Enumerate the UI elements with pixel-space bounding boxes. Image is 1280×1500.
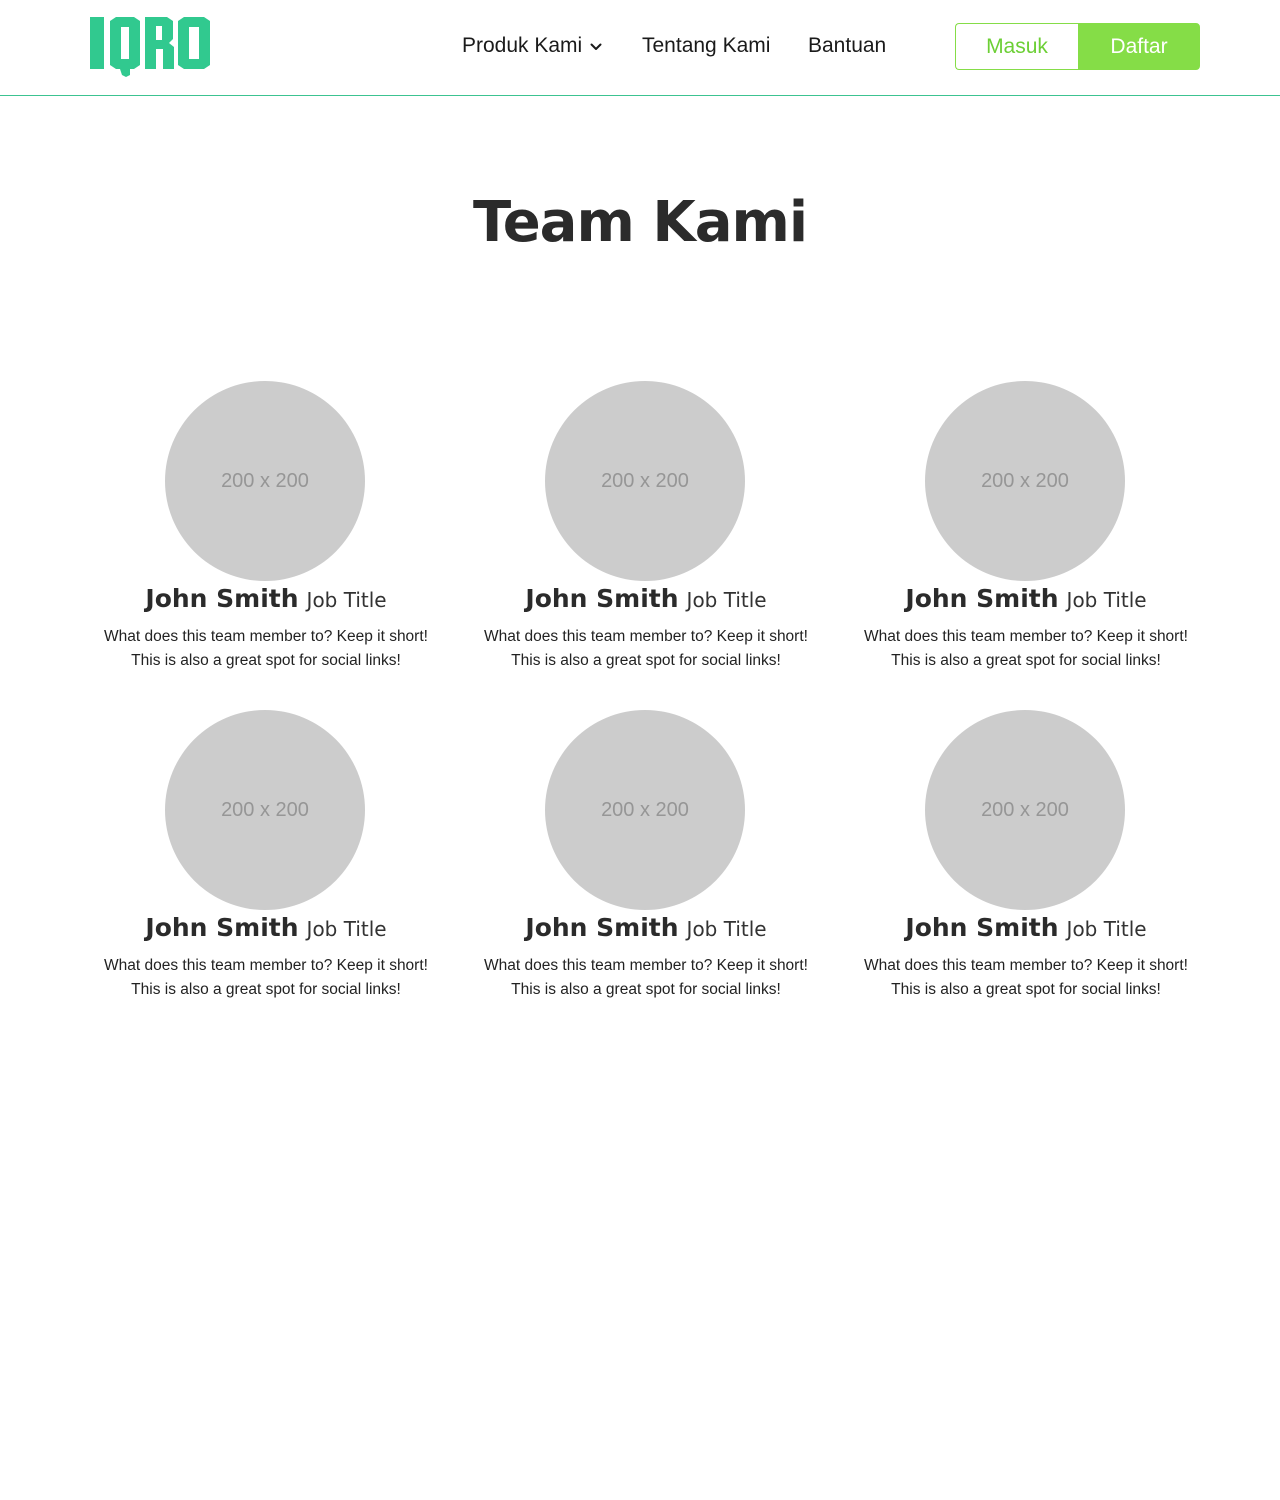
nav-bantuan[interactable]: Bantuan <box>808 0 886 92</box>
member-job-title: Job Title <box>306 588 387 612</box>
member-heading: John Smith Job Title <box>905 913 1146 949</box>
avatar-placeholder: 200 x 200 <box>925 710 1125 910</box>
member-description-line: This is also a great spot for social lin… <box>131 981 401 998</box>
page-title: Team Kami <box>472 190 808 255</box>
member-name: John Smith <box>145 584 299 613</box>
member-description: What does this team member to? Keep it s… <box>836 625 1216 673</box>
member-job-title: Job Title <box>686 917 767 941</box>
nav-produk-label: Produk Kami <box>462 34 583 57</box>
member-description-line: This is also a great spot for social lin… <box>891 652 1161 669</box>
avatar-placeholder: 200 x 200 <box>545 381 745 581</box>
member-name: John Smith <box>145 913 299 942</box>
nav-bantuan-label[interactable]: Bantuan <box>808 34 886 58</box>
member-heading: John Smith Job Title <box>905 584 1146 620</box>
member-description: What does this team member to? Keep it s… <box>456 625 836 673</box>
member-job-title: Job Title <box>686 588 767 612</box>
avatar-placeholder: 200 x 200 <box>165 381 365 581</box>
member-heading: John Smith Job Title <box>145 913 386 949</box>
logo-letter-r <box>145 17 174 69</box>
member-description: What does this team member to? Keep it s… <box>456 954 836 1002</box>
member-description-line: This is also a great spot for social lin… <box>511 981 781 998</box>
member-description-line: What does this team member to? Keep it s… <box>864 957 1188 974</box>
nav-tentang-label[interactable]: Tentang Kami <box>642 34 770 58</box>
nav-produk-dropdown[interactable]: Produk Kami <box>462 34 602 58</box>
avatar-placeholder: 200 x 200 <box>545 710 745 910</box>
member-name: John Smith <box>905 913 1059 942</box>
team-member-card: 200 x 200 John Smith Job Title What does… <box>456 381 836 710</box>
team-grid: 200 x 200 John Smith Job Title What does… <box>76 381 1216 1039</box>
member-name: John Smith <box>525 584 679 613</box>
member-description-line: This is also a great spot for social lin… <box>891 981 1161 998</box>
signup-button[interactable]: Daftar <box>1078 23 1200 70</box>
member-heading: John Smith Job Title <box>145 584 386 620</box>
member-job-title: Job Title <box>306 917 387 941</box>
member-job-title: Job Title <box>1066 588 1147 612</box>
team-member-card: 200 x 200 John Smith Job Title What does… <box>836 710 1216 1039</box>
member-name: John Smith <box>525 913 679 942</box>
logo-letter-o <box>178 17 210 69</box>
member-heading: John Smith Job Title <box>525 584 766 620</box>
chevron-down-icon <box>590 43 602 50</box>
member-description: What does this team member to? Keep it s… <box>76 954 456 1002</box>
auth-buttons: Masuk Daftar <box>955 23 1200 70</box>
login-button[interactable]: Masuk <box>955 23 1078 70</box>
nav-tentang-kami[interactable]: Tentang Kami <box>642 0 770 92</box>
logo-letter-q <box>110 17 140 77</box>
team-member-card: 200 x 200 John Smith Job Title What does… <box>76 381 456 710</box>
avatar-placeholder: 200 x 200 <box>925 381 1125 581</box>
member-description-line: What does this team member to? Keep it s… <box>484 957 808 974</box>
member-name: John Smith <box>905 584 1059 613</box>
site-header: Produk Kami Tentang Kami Bantuan Masuk D… <box>0 0 1280 96</box>
member-description-line: What does this team member to? Keep it s… <box>484 628 808 645</box>
avatar-placeholder: 200 x 200 <box>165 710 365 910</box>
member-description-line: What does this team member to? Keep it s… <box>104 957 428 974</box>
logo-letter-i <box>90 17 104 69</box>
member-description: What does this team member to? Keep it s… <box>836 954 1216 1002</box>
member-description-line: What does this team member to? Keep it s… <box>104 628 428 645</box>
member-job-title: Job Title <box>1066 917 1147 941</box>
iqro-logo[interactable] <box>90 15 210 77</box>
member-description-line: What does this team member to? Keep it s… <box>864 628 1188 645</box>
team-member-card: 200 x 200 John Smith Job Title What does… <box>76 710 456 1039</box>
team-member-card: 200 x 200 John Smith Job Title What does… <box>836 381 1216 710</box>
nav-produk-kami[interactable]: Produk Kami <box>462 0 602 92</box>
member-description-line: This is also a great spot for social lin… <box>511 652 781 669</box>
member-description-line: This is also a great spot for social lin… <box>131 652 401 669</box>
team-member-card: 200 x 200 John Smith Job Title What does… <box>456 710 836 1039</box>
member-description: What does this team member to? Keep it s… <box>76 625 456 673</box>
member-heading: John Smith Job Title <box>525 913 766 949</box>
